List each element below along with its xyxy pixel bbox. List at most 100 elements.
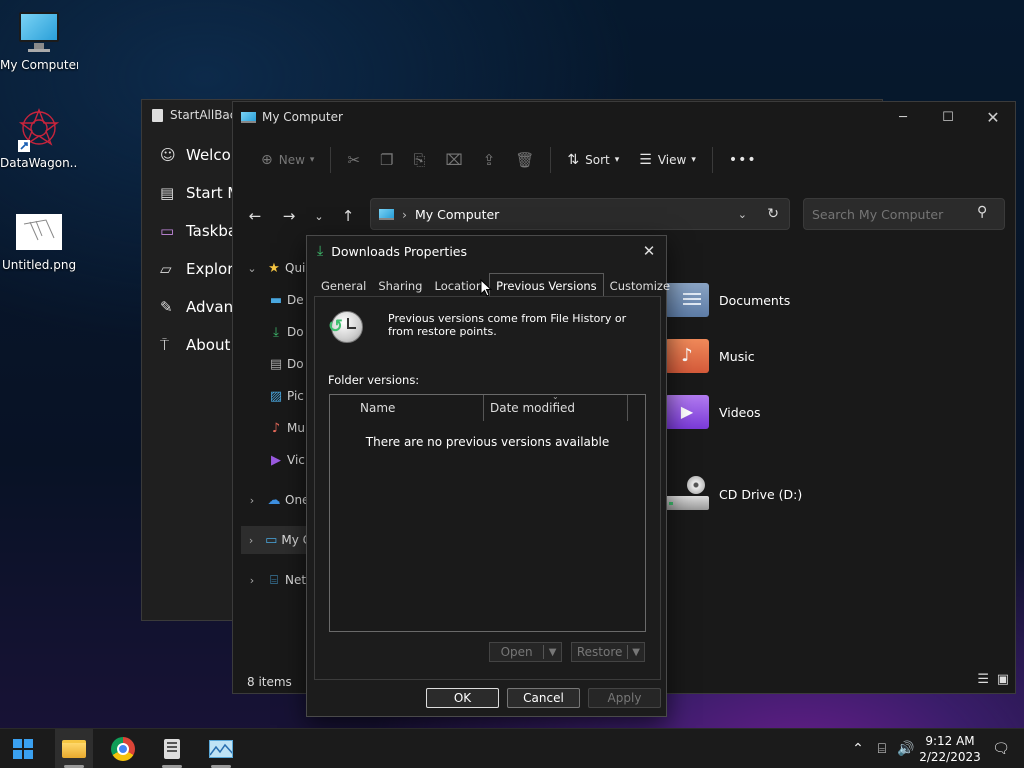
startallback-icon <box>164 739 180 759</box>
dialog-title: Downloads Properties <box>331 243 467 259</box>
clock-date: 2/22/2023 <box>919 750 981 764</box>
desktop-icon-label: DataWagon... <box>0 156 78 170</box>
scissors-icon: ✂ <box>347 151 361 169</box>
taskbar-clock[interactable]: 9:12 AM 2/22/2023 <box>916 733 984 765</box>
show-hidden-icons-button[interactable]: ⌃ <box>848 729 868 768</box>
desktop-icon-my-computer[interactable]: My Computer <box>0 10 78 72</box>
apply-button[interactable]: Apply <box>588 688 661 708</box>
dropdown-arrow-icon[interactable]: ▼ <box>544 647 561 658</box>
back-button[interactable]: ← <box>241 202 269 230</box>
folder-videos[interactable]: ▶ Videos <box>665 390 761 434</box>
desktop-icon-datawagon[interactable]: DataWagon... <box>0 106 78 170</box>
copy-button[interactable]: ❐ <box>370 144 403 176</box>
view-button[interactable]: ☰ View ▾ <box>629 144 706 176</box>
image-viewer-icon <box>209 740 233 758</box>
chevron-up-icon: ⌃ <box>852 741 864 757</box>
image-file-icon <box>16 214 62 250</box>
up-button[interactable]: ↑ <box>334 202 362 230</box>
sidebar-item-music[interactable]: ♪ Mu <box>265 414 305 442</box>
cut-button[interactable]: ✂ <box>337 144 370 176</box>
monitor-icon: ▭ <box>265 532 278 548</box>
clock-time: 9:12 AM <box>925 734 975 748</box>
ok-button[interactable]: OK <box>426 688 499 708</box>
sidebar-item-desktop[interactable]: ▬ De <box>265 286 304 314</box>
delete-button[interactable]: 🗑 <box>505 144 544 176</box>
chevron-down-icon: ▾ <box>614 155 620 165</box>
rename-button[interactable]: ⌧ <box>436 144 473 176</box>
tab-previous-versions[interactable]: Previous Versions <box>489 273 604 296</box>
network-tray-icon[interactable]: ⌸ <box>872 729 892 768</box>
dialog-tabs: General Sharing Location Previous Versio… <box>315 273 676 296</box>
restore-split-button[interactable]: Restore ▼ <box>571 642 645 662</box>
dialog-titlebar[interactable]: ⤓ Downloads Properties <box>307 236 666 266</box>
breadcrumb-current: My Computer <box>415 206 500 222</box>
column-header-name[interactable]: Name <box>330 395 484 421</box>
tiles-view-button[interactable]: ▣ <box>997 672 1009 687</box>
close-button[interactable]: ✕ <box>970 102 1016 132</box>
taskbar-startallback[interactable] <box>153 729 191 768</box>
folder-versions-list[interactable]: Name Date modified ⌄ There are no previo… <box>329 392 646 632</box>
sidebar-item-onedrive[interactable]: › ☁ One <box>241 486 310 514</box>
monitor-icon <box>241 111 256 123</box>
sidebar-item-network[interactable]: › ⌸ Netv <box>241 566 313 594</box>
search-input[interactable] <box>803 198 1005 230</box>
sidebar-item-videos[interactable]: ▶ Vic <box>265 446 305 474</box>
address-bar[interactable]: › My Computer ⌄ ↻ <box>370 198 790 230</box>
app-icon <box>152 108 163 122</box>
copy-icon: ❐ <box>380 151 394 169</box>
folder-music[interactable]: ♪ Music <box>665 334 755 378</box>
column-header-date-modified[interactable]: Date modified ⌄ <box>484 392 628 421</box>
minimize-button[interactable]: ─ <box>880 102 926 132</box>
speaker-icon: 🔊 <box>897 741 915 757</box>
taskbar-chrome[interactable] <box>104 729 142 768</box>
chevron-down-icon[interactable]: ⌄ <box>738 208 747 221</box>
sort-button[interactable]: ⇅ Sort ▾ <box>557 144 629 176</box>
plus-circle-icon: ⊕ <box>261 152 273 168</box>
tab-customize[interactable]: Customize <box>604 276 676 296</box>
chrome-icon <box>111 737 135 761</box>
folder-documents[interactable]: Documents <box>665 278 790 322</box>
details-view-button[interactable]: ☰ <box>977 672 989 687</box>
dialog-close-button[interactable]: ✕ <box>638 240 660 262</box>
taskbar-image-viewer[interactable] <box>202 729 240 768</box>
sidebar-item-pictures[interactable]: ▨ Pic <box>265 382 304 410</box>
notifications-button[interactable]: 🗨 <box>990 729 1012 768</box>
recent-locations-button[interactable]: ⌄ <box>305 202 333 230</box>
windows-logo-icon <box>13 739 33 759</box>
music-folder-icon: ♪ <box>665 339 709 373</box>
taskbar-icon: ▭ <box>160 222 175 240</box>
open-split-button[interactable]: Open ▼ <box>489 642 562 662</box>
toolbar-divider <box>550 147 552 173</box>
share-button[interactable]: ⇪ <box>473 144 506 176</box>
sidebar-item-my-computer[interactable]: › ▭ My C <box>241 526 311 554</box>
paste-button[interactable]: ⎘ <box>403 144 435 176</box>
sidebar-item-downloads[interactable]: ⤓ Do <box>265 318 303 346</box>
drive-cd-d[interactable]: CD Drive (D:) <box>665 472 802 516</box>
download-icon: ⤓ <box>317 243 324 259</box>
tab-sharing[interactable]: Sharing <box>372 276 428 296</box>
start-button[interactable] <box>4 729 42 768</box>
more-options-button[interactable]: ••• <box>719 144 767 176</box>
sidebar-item-documents[interactable]: ▤ Do <box>265 350 304 378</box>
tab-general[interactable]: General <box>315 276 372 296</box>
search-icon[interactable]: ⚲ <box>977 204 987 220</box>
chevron-down-icon: ▾ <box>691 155 696 165</box>
taskbar-file-explorer[interactable] <box>55 729 93 768</box>
new-button[interactable]: ⊕ New ▾ <box>251 144 324 176</box>
maximize-button[interactable]: ☐ <box>925 102 971 132</box>
picture-icon: ▨ <box>269 388 283 404</box>
cloud-icon: ☁ <box>267 492 281 508</box>
trash-icon: 🗑 <box>515 151 535 169</box>
desktop-icon-untitled-png[interactable]: Untitled.png <box>0 214 78 272</box>
refresh-icon[interactable]: ↻ <box>767 206 779 222</box>
forward-button[interactable]: → <box>275 202 303 230</box>
dropdown-arrow-icon[interactable]: ▼ <box>628 647 644 658</box>
download-icon: ⤓ <box>273 324 279 340</box>
volume-tray-icon[interactable]: 🔊 <box>896 729 916 768</box>
cancel-button[interactable]: Cancel <box>507 688 580 708</box>
folder-versions-label: Folder versions: <box>328 373 420 387</box>
sidebar-item-quick-access[interactable]: ⌄ ★ Quic <box>241 254 312 282</box>
close-icon: ✕ <box>642 242 656 260</box>
folder-icon <box>62 740 86 758</box>
empty-message: There are no previous versions available <box>365 435 610 449</box>
